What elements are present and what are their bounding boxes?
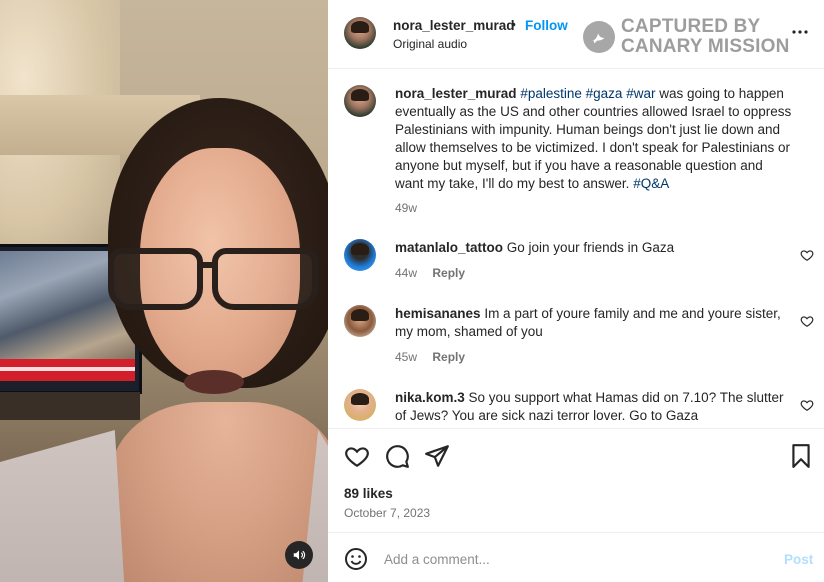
- speaker-icon: [293, 550, 306, 560]
- likes-count[interactable]: 89 likes: [344, 486, 393, 501]
- post-header: nora_lester_murad • Follow Original audi…: [328, 0, 824, 69]
- commenter-avatar[interactable]: [344, 305, 376, 337]
- caption-timestamp[interactable]: 49w: [395, 201, 417, 215]
- comment-meta: 45w Reply: [395, 350, 465, 364]
- heart-icon[interactable]: [344, 443, 370, 469]
- comment-meta: 44w Reply: [395, 266, 465, 280]
- hashtag-link[interactable]: #palestine: [520, 86, 582, 101]
- author-avatar[interactable]: [344, 17, 376, 49]
- hashtag-link[interactable]: #Q&A: [633, 176, 669, 191]
- commenter-avatar[interactable]: [344, 389, 376, 421]
- sound-toggle-button[interactable]: [285, 541, 313, 569]
- canary-mission-watermark: CAPTURED BY CANARY MISSION: [583, 16, 793, 58]
- comment-text: hemisananes Im a part of youre family an…: [395, 305, 795, 341]
- glasses-left-lens: [108, 248, 203, 310]
- comments-list[interactable]: nora_lester_murad #palestine #gaza #war …: [328, 70, 824, 428]
- tv-stand: [0, 392, 140, 420]
- post-side-panel: nora_lester_murad • Follow Original audi…: [328, 0, 824, 582]
- audio-label[interactable]: Original audio: [393, 37, 467, 51]
- comment-username[interactable]: nika.kom.3: [395, 390, 465, 405]
- more-dots-icon[interactable]: [790, 22, 810, 42]
- comment-username[interactable]: matanlalo_tattoo: [395, 240, 503, 255]
- comment-like-heart-icon[interactable]: [800, 248, 814, 262]
- reply-button[interactable]: Reply: [432, 350, 465, 364]
- reply-button[interactable]: Reply: [432, 266, 465, 280]
- glasses-right-lens: [212, 248, 318, 310]
- tv-news-ticker: [0, 359, 135, 381]
- caption-body: was going to happen eventually as the US…: [395, 86, 792, 191]
- caption-meta: 49w: [395, 201, 417, 215]
- emoji-smile-icon[interactable]: [344, 547, 368, 571]
- comment-timestamp[interactable]: 44w: [395, 266, 417, 280]
- comment-username[interactable]: hemisananes: [395, 306, 481, 321]
- comment-timestamp[interactable]: 45w: [395, 350, 417, 364]
- caption-username[interactable]: nora_lester_murad: [395, 86, 517, 101]
- person-mouth: [184, 370, 244, 394]
- comment-text: nika.kom.3 So you support what Hamas did…: [395, 389, 795, 425]
- comment-text: matanlalo_tattoo Go join your friends in…: [395, 239, 795, 257]
- bookmark-icon[interactable]: [788, 443, 814, 469]
- comment-like-heart-icon[interactable]: [800, 398, 814, 412]
- comment-body: Go join your friends in Gaza: [506, 240, 675, 255]
- add-comment-input[interactable]: [384, 547, 764, 571]
- comment-like-heart-icon[interactable]: [800, 314, 814, 328]
- bird-logo-icon: [583, 21, 615, 53]
- comment-bubble-icon[interactable]: [384, 443, 410, 469]
- post-comment-button[interactable]: Post: [784, 552, 813, 567]
- caption-text: nora_lester_murad #palestine #gaza #war …: [395, 85, 795, 193]
- paper-plane-icon[interactable]: [424, 443, 450, 469]
- header-separator: •: [511, 16, 516, 32]
- caption-author-avatar[interactable]: [344, 85, 376, 117]
- post-date[interactable]: October 7, 2023: [344, 506, 430, 520]
- video-player[interactable]: [0, 0, 328, 582]
- add-comment-bar: Post: [328, 532, 824, 582]
- commenter-avatar[interactable]: [344, 239, 376, 271]
- post-actions: 89 likes October 7, 2023: [328, 428, 824, 532]
- author-username[interactable]: nora_lester_murad: [393, 18, 515, 33]
- hashtag-link[interactable]: #gaza: [586, 86, 623, 101]
- watermark-line-2: CANARY MISSION: [621, 36, 790, 57]
- follow-button[interactable]: Follow: [525, 18, 568, 33]
- glasses-bridge: [198, 262, 216, 268]
- watermark-line-1: CAPTURED BY: [621, 16, 761, 37]
- hashtag-link[interactable]: #war: [626, 86, 655, 101]
